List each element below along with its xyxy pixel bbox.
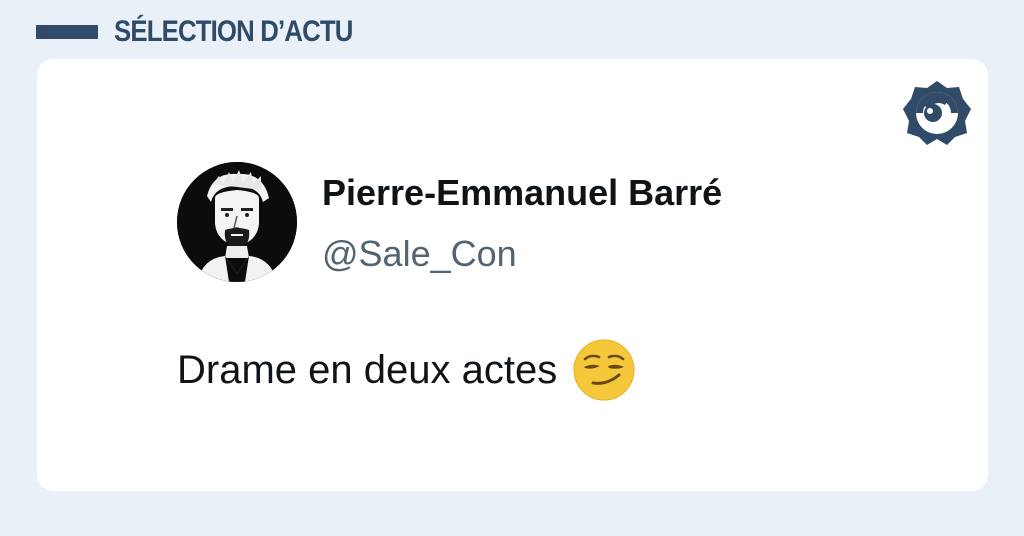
tweet-card[interactable]: Pierre-Emmanuel Barré @Sale_Con Drame en… bbox=[37, 59, 988, 491]
tweet-body: Drame en deux actes bbox=[177, 339, 635, 401]
header-accent-bar bbox=[36, 25, 98, 39]
section-title: SÉLECTION D’ACTU bbox=[114, 15, 353, 48]
tweet-text: Drame en deux actes bbox=[177, 348, 558, 392]
author-name[interactable]: Pierre-Emmanuel Barré bbox=[322, 172, 722, 214]
avatar[interactable] bbox=[177, 162, 297, 282]
author-handle[interactable]: @Sale_Con bbox=[322, 233, 517, 275]
brand-logo-icon bbox=[903, 81, 971, 145]
smirking-face-emoji-icon bbox=[573, 339, 635, 401]
avatar-portrait-icon bbox=[177, 162, 297, 282]
